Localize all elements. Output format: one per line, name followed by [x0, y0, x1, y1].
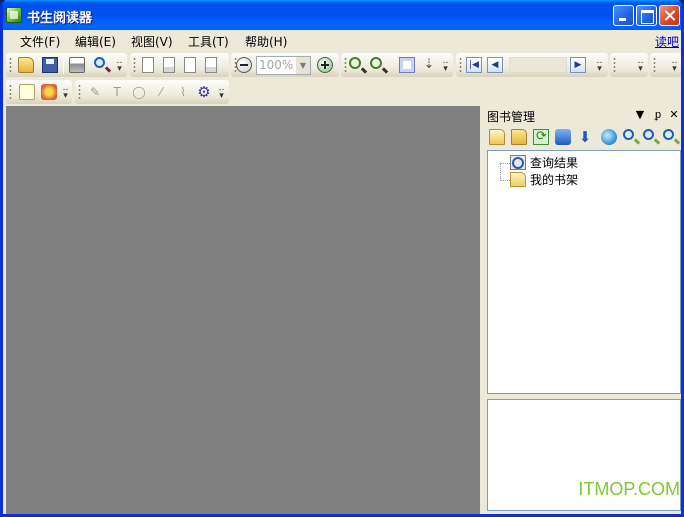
- toolbar-grip[interactable]: [9, 84, 12, 100]
- continuous-page-icon[interactable]: [184, 57, 196, 73]
- chevron-down-icon[interactable]: ▼: [296, 57, 310, 74]
- extra-toolbar-2: ‥ ▾: [650, 53, 681, 77]
- tree-node-search-results[interactable]: 查询结果: [510, 155, 578, 171]
- toolbar-overflow-chevron[interactable]: ‥ ▾: [670, 57, 679, 74]
- navigation-toolbar: ‥▾: [456, 53, 608, 77]
- tree-connector: [500, 180, 510, 181]
- page-number-field[interactable]: [509, 57, 567, 73]
- note-icon[interactable]: [19, 84, 35, 100]
- view-toolbar: ⇣ ‥ ▾: [341, 53, 453, 77]
- save-icon[interactable]: [42, 57, 58, 73]
- text-tool-icon[interactable]: T: [109, 84, 125, 100]
- pin-icon[interactable]: ᵱ: [651, 108, 665, 121]
- scroll-down-icon[interactable]: ⇣: [421, 57, 437, 73]
- menu-tools[interactable]: 工具(T): [188, 33, 229, 50]
- tree-node-my-bookshelf[interactable]: 我的书架: [510, 172, 578, 188]
- search-results-icon: [510, 155, 526, 170]
- pen-icon[interactable]: ✎: [87, 84, 103, 100]
- toolbar-overflow-chevron[interactable]: ‥ ▾: [441, 57, 450, 74]
- first-page-icon[interactable]: [466, 57, 482, 73]
- drawing-toolbar: ✎ T ◯ ⁄ ⌇ ⚙ ‥ ▾: [75, 80, 229, 104]
- file-toolbar: ‥ ▾: [6, 53, 127, 77]
- facing-pages-icon[interactable]: [163, 57, 175, 73]
- panel-title: 图书管理: [487, 110, 536, 124]
- zoom-in-circle-icon[interactable]: [317, 57, 333, 73]
- toolbar-grip[interactable]: [613, 57, 616, 73]
- download-icon[interactable]: ⬇: [577, 129, 593, 145]
- toolbar-row-2: ‥ ▾ ✎ T ◯ ⁄ ⌇ ⚙ ‥ ▾: [3, 79, 681, 105]
- search-web-icon[interactable]: [663, 129, 674, 140]
- toolbar-grip[interactable]: [344, 57, 347, 73]
- line-tool-icon[interactable]: ⁄: [153, 84, 169, 100]
- single-page-icon[interactable]: [142, 57, 154, 73]
- folder-icon: [510, 172, 526, 187]
- toolbar-grip[interactable]: [653, 57, 656, 73]
- upload-icon[interactable]: [555, 129, 571, 145]
- document-canvas[interactable]: [6, 106, 480, 514]
- title-bar[interactable]: 书生阅读器: [3, 0, 681, 30]
- app-window: 书生阅读器 文件(F) 编辑(E) 视图(V) 工具(T) 帮助(H) 读吧 ‥…: [0, 0, 684, 517]
- toolbar-overflow-chevron[interactable]: ‥ ▾: [595, 57, 604, 74]
- menu-file[interactable]: 文件(F): [20, 33, 60, 50]
- menu-bar: 文件(F) 编辑(E) 视图(V) 工具(T) 帮助(H) 读吧: [3, 30, 681, 51]
- page-layout-toolbar: [130, 53, 229, 77]
- find-icon[interactable]: [94, 57, 105, 68]
- search-next-icon[interactable]: [643, 129, 654, 140]
- toolbar-overflow-chevron[interactable]: ‥ ▾: [61, 84, 70, 101]
- book-detail-pane: ITMOP.COM: [487, 399, 681, 511]
- tree-node-label: 我的书架: [530, 173, 579, 187]
- refresh-icon[interactable]: [533, 129, 549, 145]
- watermark-text: ITMOP.COM: [578, 479, 680, 499]
- toolbar-separator: [63, 56, 64, 74]
- magnify-plus-icon[interactable]: [349, 57, 361, 69]
- tree-connector: [500, 163, 510, 164]
- maximize-button[interactable]: [636, 5, 657, 26]
- settings-gear-icon[interactable]: ⚙: [196, 84, 212, 100]
- ellipse-tool-icon[interactable]: ◯: [131, 84, 147, 100]
- magnify-minus-icon[interactable]: [370, 57, 382, 69]
- menu-help[interactable]: 帮助(H): [245, 33, 287, 50]
- previous-page-icon[interactable]: [487, 57, 503, 73]
- toolbar-row-1: ‥ ▾ 100% ▼ ⇣ ‥ ▾ |◀ ◀ ▶ ‥ ▾ ‥ ▾ ‥ ▾: [3, 52, 681, 78]
- menu-view[interactable]: 视图(V): [131, 33, 173, 50]
- zoom-combobox[interactable]: 100% ▼: [256, 56, 311, 75]
- toolbar-grip[interactable]: [133, 57, 136, 73]
- zoom-toolbar: 100% ▼: [231, 53, 339, 77]
- menu-edit[interactable]: 编辑(E): [75, 33, 116, 50]
- highlight-tool-icon[interactable]: ⌇: [175, 84, 191, 100]
- toolbar-grip[interactable]: [9, 57, 12, 73]
- extra-toolbar-1: ‥ ▾: [610, 53, 648, 77]
- zoom-out-circle-icon[interactable]: [236, 57, 252, 73]
- toolbar-grip[interactable]: [459, 57, 462, 73]
- tree-connector: [500, 163, 501, 181]
- window-title: 书生阅读器: [27, 11, 93, 26]
- panel-title-bar: 图书管理 ▼ ᵱ ✕: [483, 106, 681, 125]
- toolbar-overflow-chevron[interactable]: ‥ ▾: [115, 57, 124, 74]
- book-tree[interactable]: 查询结果 我的书架: [487, 150, 681, 394]
- duba-link[interactable]: 读吧: [655, 33, 679, 50]
- fit-page-icon[interactable]: [399, 57, 415, 73]
- book-management-panel: 图书管理 ▼ ᵱ ✕ ⬇ 查询结果 我的书架: [483, 106, 681, 514]
- network-icon[interactable]: [601, 129, 617, 145]
- close-button[interactable]: [659, 5, 680, 26]
- toolbar-overflow-chevron[interactable]: ‥ ▾: [217, 84, 226, 101]
- annotation-toolbar: ‥ ▾: [6, 80, 72, 104]
- close-icon[interactable]: ✕: [667, 108, 681, 121]
- stamp-icon[interactable]: [41, 84, 57, 100]
- minimize-button[interactable]: [613, 5, 634, 26]
- search-icon[interactable]: [623, 129, 634, 140]
- next-page-icon[interactable]: [570, 57, 586, 73]
- panel-toolbar: ⬇: [483, 126, 681, 148]
- new-folder-icon[interactable]: [489, 129, 505, 145]
- app-logo-icon[interactable]: [6, 7, 22, 23]
- toolbar-overflow-chevron[interactable]: ‥ ▾: [636, 57, 645, 74]
- toolbar-grip[interactable]: [78, 84, 81, 100]
- print-icon[interactable]: [69, 57, 85, 73]
- open-folder-icon[interactable]: [18, 57, 34, 73]
- open-folder-icon[interactable]: [511, 129, 527, 145]
- dropdown-arrow-icon[interactable]: ▼: [633, 108, 647, 121]
- multi-page-icon[interactable]: [205, 57, 217, 73]
- zoom-value: 100%: [259, 58, 294, 72]
- tree-node-label: 查询结果: [530, 156, 579, 170]
